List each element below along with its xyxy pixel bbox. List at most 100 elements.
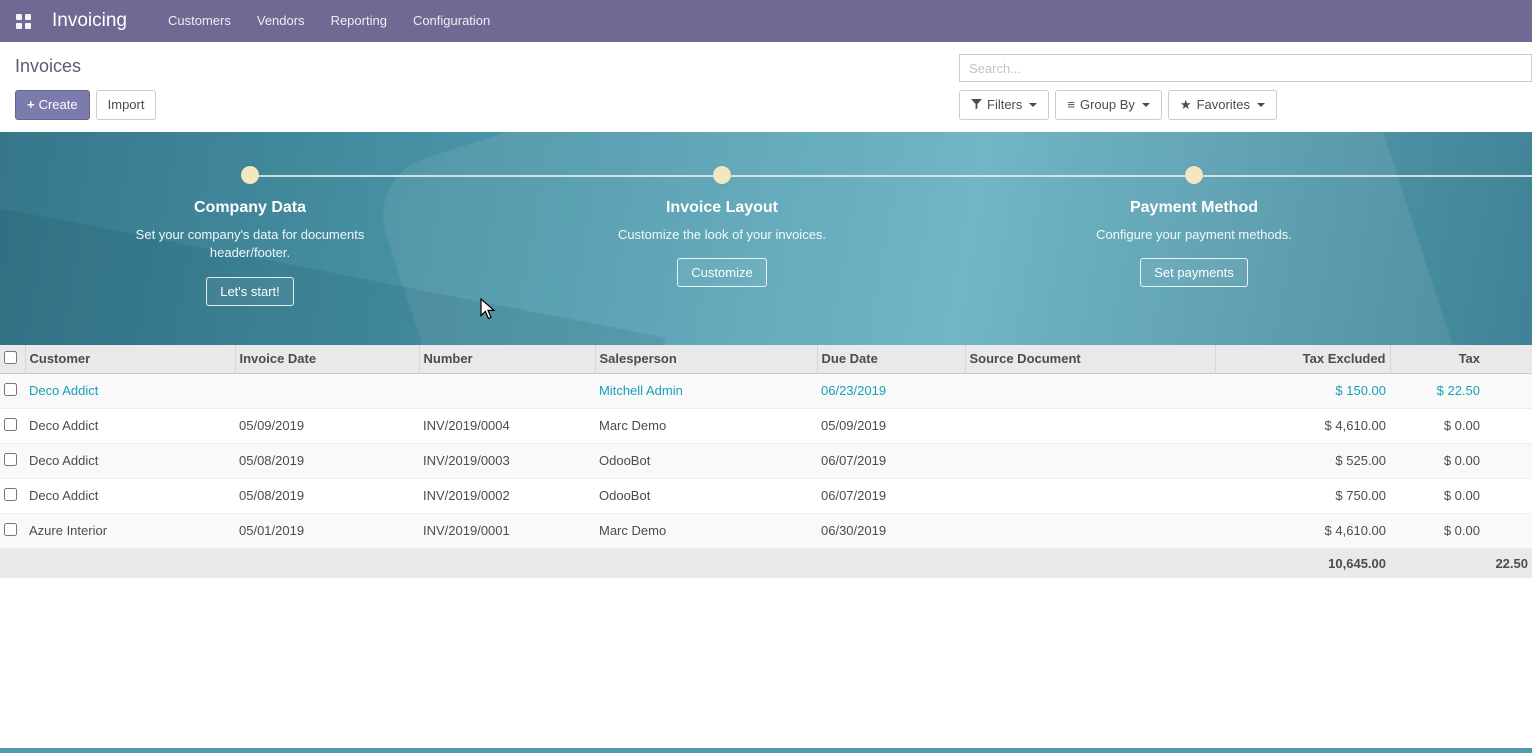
create-button[interactable]: +Create xyxy=(15,90,90,120)
col-source-document[interactable]: Source Document xyxy=(965,345,1215,374)
cell-customer: Deco Addict xyxy=(25,443,235,478)
app-title[interactable]: Invoicing xyxy=(52,10,127,32)
cell-salesperson: OdooBot xyxy=(595,478,817,513)
cell-invoice-date: 05/09/2019 xyxy=(235,408,419,443)
row-checkbox[interactable] xyxy=(4,418,17,431)
cell-due-date: 06/30/2019 xyxy=(817,513,965,548)
cell-customer: Deco Addict xyxy=(25,478,235,513)
chevron-down-icon xyxy=(1142,103,1150,107)
menu-configuration[interactable]: Configuration xyxy=(400,0,503,42)
main-menu: Customers Vendors Reporting Configuratio… xyxy=(155,0,503,42)
table-row[interactable]: Deco Addict 05/09/2019 INV/2019/0004 Mar… xyxy=(0,408,1532,443)
cell-number: INV/2019/0002 xyxy=(419,478,595,513)
row-checkbox[interactable] xyxy=(4,453,17,466)
page-title: Invoices xyxy=(15,56,156,77)
cell-tax-excluded: $ 4,610.00 xyxy=(1215,408,1390,443)
col-due-date[interactable]: Due Date xyxy=(817,345,965,374)
cell-due-date: 06/07/2019 xyxy=(817,478,965,513)
table-row[interactable]: Azure Interior 05/01/2019 INV/2019/0001 … xyxy=(0,513,1532,548)
chevron-down-icon xyxy=(1029,103,1037,107)
cell-tax-excluded: $ 4,610.00 xyxy=(1215,513,1390,548)
col-number[interactable]: Number xyxy=(419,345,595,374)
onboarding-step-payment-method: Payment Method Configure your payment me… xyxy=(1029,166,1359,288)
col-tax-excluded[interactable]: Tax Excluded xyxy=(1215,345,1390,374)
cell-number: INV/2019/0004 xyxy=(419,408,595,443)
cell-due-date: 05/09/2019 xyxy=(817,408,965,443)
total-tax: 22.50 xyxy=(1390,548,1532,578)
cell-tax-excluded: $ 150.00 xyxy=(1215,373,1390,408)
cell-salesperson: OdooBot xyxy=(595,443,817,478)
cell-tax: $ 0.00 xyxy=(1390,443,1532,478)
step-dot-icon xyxy=(1185,166,1203,184)
cell-salesperson: Mitchell Admin xyxy=(595,373,817,408)
col-salesperson[interactable]: Salesperson xyxy=(595,345,817,374)
menu-reporting[interactable]: Reporting xyxy=(318,0,400,42)
top-navbar: Invoicing Customers Vendors Reporting Co… xyxy=(0,0,1532,42)
cell-customer: Azure Interior xyxy=(25,513,235,548)
col-tax[interactable]: Tax xyxy=(1390,345,1532,374)
step-description: Customize the look of your invoices. xyxy=(605,226,840,245)
step-dot-icon xyxy=(713,166,731,184)
total-tax-excluded: 10,645.00 xyxy=(1215,548,1390,578)
cell-due-date: 06/07/2019 xyxy=(817,443,965,478)
star-icon: ★ xyxy=(1180,97,1192,112)
step-dot-icon xyxy=(241,166,259,184)
cell-source-document xyxy=(965,373,1215,408)
cell-tax-excluded: $ 750.00 xyxy=(1215,478,1390,513)
set-payments-button[interactable]: Set payments xyxy=(1140,258,1248,287)
step-description: Configure your payment methods. xyxy=(1077,226,1312,245)
chevron-down-icon xyxy=(1257,103,1265,107)
table-row[interactable]: Deco Addict 05/08/2019 INV/2019/0002 Odo… xyxy=(0,478,1532,513)
cell-source-document xyxy=(965,443,1215,478)
cell-customer: Deco Addict xyxy=(25,408,235,443)
cell-tax: $ 0.00 xyxy=(1390,513,1532,548)
cell-number xyxy=(419,373,595,408)
invoice-list-table: Customer Invoice Date Number Salesperson… xyxy=(0,345,1532,578)
onboarding-panel: Company Data Set your company's data for… xyxy=(0,132,1532,345)
cell-source-document xyxy=(965,408,1215,443)
menu-vendors[interactable]: Vendors xyxy=(244,0,318,42)
step-title: Payment Method xyxy=(1029,199,1359,217)
cell-customer: Deco Addict xyxy=(25,373,235,408)
group-by-icon: ≡ xyxy=(1067,97,1075,112)
lets-start-button[interactable]: Let's start! xyxy=(206,277,294,306)
group-by-dropdown[interactable]: ≡Group By xyxy=(1055,90,1162,120)
favorites-dropdown[interactable]: ★Favorites xyxy=(1168,90,1277,120)
cell-invoice-date: 05/08/2019 xyxy=(235,443,419,478)
filters-dropdown[interactable]: Filters xyxy=(959,90,1049,120)
row-checkbox[interactable] xyxy=(4,383,17,396)
cell-invoice-date xyxy=(235,373,419,408)
col-customer[interactable]: Customer xyxy=(25,345,235,374)
apps-menu-icon[interactable] xyxy=(10,8,36,34)
totals-row: 10,645.00 22.50 xyxy=(0,548,1532,578)
cell-tax-excluded: $ 525.00 xyxy=(1215,443,1390,478)
menu-customers[interactable]: Customers xyxy=(155,0,244,42)
table-header-row: Customer Invoice Date Number Salesperson… xyxy=(0,345,1532,374)
cell-due-date: 06/23/2019 xyxy=(817,373,965,408)
table-row[interactable]: Deco Addict 05/08/2019 INV/2019/0003 Odo… xyxy=(0,443,1532,478)
step-title: Company Data xyxy=(85,199,415,217)
cell-tax: $ 0.00 xyxy=(1390,478,1532,513)
row-checkbox[interactable] xyxy=(4,488,17,501)
step-description: Set your company's data for documents he… xyxy=(133,226,368,264)
bottom-strip xyxy=(0,748,1532,753)
select-all-checkbox[interactable] xyxy=(4,351,17,364)
cell-invoice-date: 05/08/2019 xyxy=(235,478,419,513)
row-checkbox[interactable] xyxy=(4,523,17,536)
cell-tax: $ 0.00 xyxy=(1390,408,1532,443)
cell-tax: $ 22.50 xyxy=(1390,373,1532,408)
funnel-icon xyxy=(971,99,982,110)
step-title: Invoice Layout xyxy=(557,199,887,217)
cell-number: INV/2019/0003 xyxy=(419,443,595,478)
control-panel: Invoices +Create Import Filters ≡Group B… xyxy=(0,42,1532,132)
customize-button[interactable]: Customize xyxy=(677,258,766,287)
import-button[interactable]: Import xyxy=(96,90,157,120)
cell-salesperson: Marc Demo xyxy=(595,513,817,548)
plus-icon: + xyxy=(27,97,35,112)
cell-salesperson: Marc Demo xyxy=(595,408,817,443)
cell-source-document xyxy=(965,478,1215,513)
search-input[interactable] xyxy=(959,54,1532,82)
table-row[interactable]: Deco Addict Mitchell Admin 06/23/2019 $ … xyxy=(0,373,1532,408)
onboarding-step-invoice-layout: Invoice Layout Customize the look of you… xyxy=(557,166,887,288)
col-invoice-date[interactable]: Invoice Date xyxy=(235,345,419,374)
